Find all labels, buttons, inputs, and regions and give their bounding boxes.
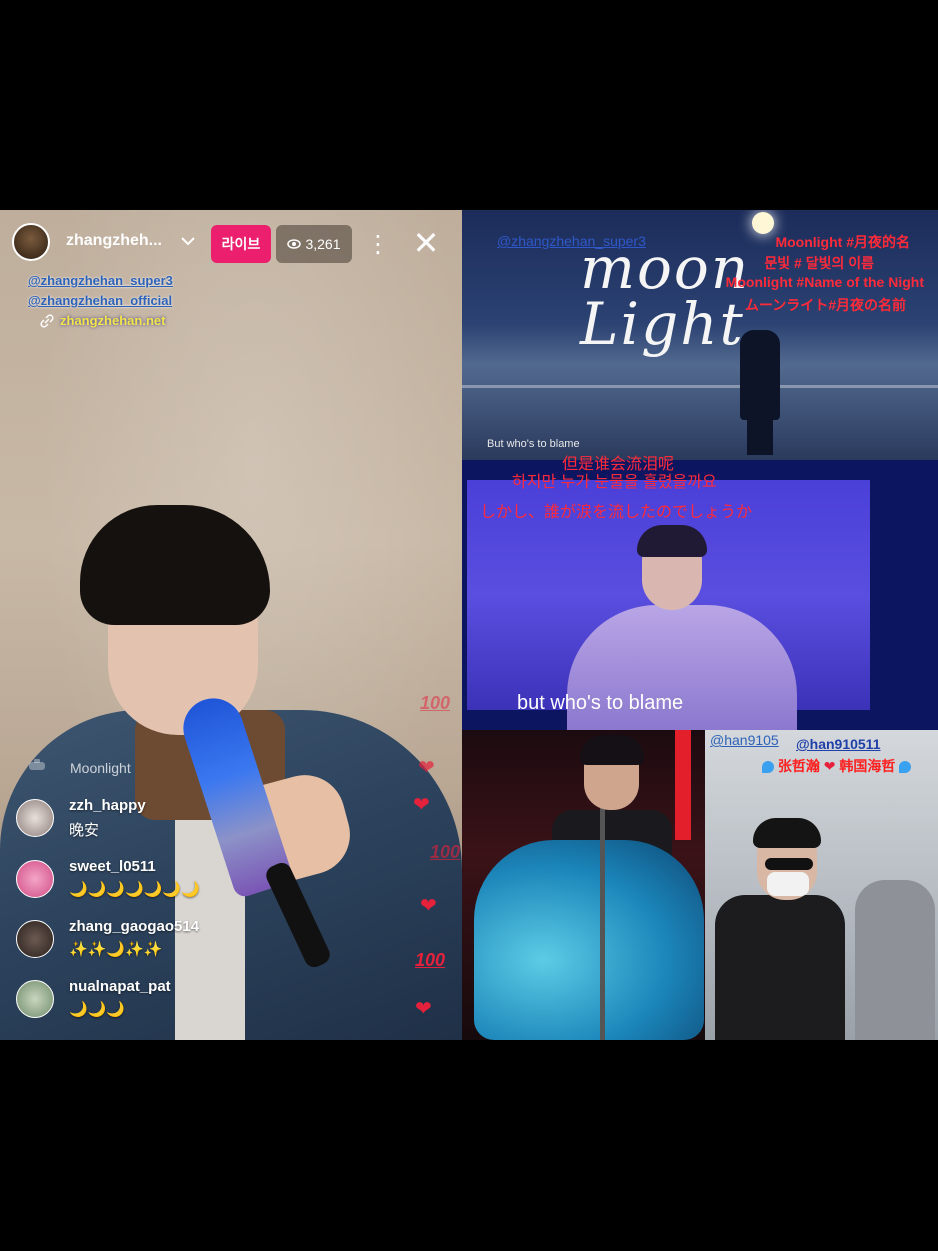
- comment-item[interactable]: sweet_l0511 🌙🌙🌙🌙🌙🌙🌙: [16, 858, 316, 910]
- streamer-username[interactable]: zhangzheh...: [66, 232, 162, 250]
- tile-caption: 张哲瀚 ❤ 韩国海哲: [762, 756, 912, 776]
- blue-drop-icon: [899, 761, 912, 774]
- heart-reaction-icon: ❤: [415, 998, 432, 1020]
- close-icon[interactable]: ✕: [410, 227, 442, 260]
- streamer-avatar[interactable]: [12, 223, 50, 261]
- live-stream-panel: zhangzheh... 라이브 3,261 ⋮ ✕ @zhangzhehan_…: [0, 210, 462, 1040]
- subtitle-korean: 하지만 누가 눈물을 흘렸을까요: [512, 474, 717, 491]
- blue-feather-coat: [474, 840, 704, 1040]
- title-line-ko: 문빛 # 달빛의 이름: [764, 255, 874, 271]
- title-line-ja: ムーンライト#月夜の名前: [744, 297, 906, 313]
- caption-left: 张哲瀚: [777, 758, 820, 774]
- commenter-name[interactable]: nualnapat_pat: [69, 978, 171, 995]
- comment-item[interactable]: zzh_happy 晚安: [16, 797, 316, 849]
- airport-tile: @han9105 @han910511 张哲瀚 ❤ 韩国海哲: [705, 730, 938, 1040]
- more-vertical-icon[interactable]: ⋮: [366, 230, 390, 260]
- comment-text: ✨✨🌙✨✨: [69, 941, 163, 958]
- bystander: [855, 880, 935, 1040]
- mic-stand: [600, 800, 605, 1040]
- comment-text: 晚安: [69, 822, 100, 839]
- concert-tile: [462, 730, 705, 1040]
- title-line-en: Moonlight #Name of the Night: [725, 274, 924, 290]
- hundred-reaction-icon: 100: [420, 693, 451, 713]
- tile-handle: @han910511: [796, 736, 881, 752]
- sunglasses: [765, 858, 813, 870]
- commenter-avatar[interactable]: [16, 799, 54, 837]
- hundred-reaction-icon: 100: [415, 950, 446, 970]
- person-black-outfit: [715, 895, 845, 1040]
- subtitle-japanese: しかし、誰が涙を流したのでしょうか: [480, 504, 753, 521]
- caption-right: 韩国海哲: [839, 758, 896, 774]
- horizon-line: [462, 385, 938, 388]
- performer-hair: [580, 735, 644, 765]
- comment-item[interactable]: zhang_gaogao514 ✨✨🌙✨✨: [16, 918, 316, 970]
- viewer-count-badge[interactable]: 3,261: [276, 225, 352, 263]
- silhouette-figure: [740, 330, 780, 420]
- commenter-name[interactable]: zzh_happy: [69, 797, 146, 814]
- chevron-down-icon[interactable]: [179, 232, 197, 250]
- heart-reaction-icon: ❤: [418, 757, 435, 779]
- music-label: Moonlight: [70, 760, 131, 776]
- title-line-zh: Moonlight #月夜的名: [775, 234, 910, 250]
- viewer-count: 3,261: [305, 236, 341, 252]
- silhouette-legs: [747, 415, 773, 455]
- stage-red-light: [675, 730, 691, 840]
- media-collage-panel: moon Light @zhangzhehan_super3 Moonlight…: [462, 210, 938, 1040]
- tile-handle: @zhangzhehan_super3: [497, 233, 646, 249]
- singer-hair: [637, 525, 707, 557]
- commenter-name[interactable]: sweet_l0511: [69, 858, 156, 875]
- commenter-avatar[interactable]: [16, 920, 54, 958]
- commenter-avatar[interactable]: [16, 860, 54, 898]
- person-hair: [753, 818, 821, 848]
- commenter-avatar[interactable]: [16, 980, 54, 1018]
- face-mask: [767, 872, 809, 896]
- overlay-handle-official: @zhangzhehan_official: [28, 293, 173, 308]
- overlay-website-link: zhangzhehan.net: [60, 313, 166, 328]
- comment-text: 🌙🌙🌙🌙🌙🌙🌙: [69, 881, 200, 898]
- subtitle-english: but who's to blame: [517, 692, 684, 714]
- small-caption: But who's to blame: [487, 438, 580, 450]
- live-badge: 라이브: [211, 225, 271, 263]
- music-icon: [29, 759, 45, 770]
- commenter-name[interactable]: zhang_gaogao514: [69, 918, 199, 935]
- comment-text: 🌙🌙🌙: [69, 1001, 126, 1018]
- eye-icon: [287, 239, 302, 249]
- moonlight-title-tile: moon Light @zhangzhehan_super3 Moonlight…: [462, 210, 938, 460]
- heart-icon: ❤: [823, 758, 836, 774]
- link-icon: [40, 313, 54, 328]
- comment-item[interactable]: nualnapat_pat 🌙🌙🌙: [16, 978, 316, 1030]
- hundred-reaction-icon: 100: [430, 842, 461, 862]
- overlay-handle-super3: @zhangzhehan_super3: [28, 273, 173, 288]
- tile-handle-partial: @han9105: [710, 732, 779, 748]
- heart-reaction-icon: ❤: [413, 794, 430, 816]
- heart-reaction-icon: ❤: [420, 895, 437, 917]
- moon: [752, 212, 774, 234]
- overlay-link-row: zhangzhehan.net: [40, 313, 165, 328]
- blue-drop-icon: [762, 761, 774, 774]
